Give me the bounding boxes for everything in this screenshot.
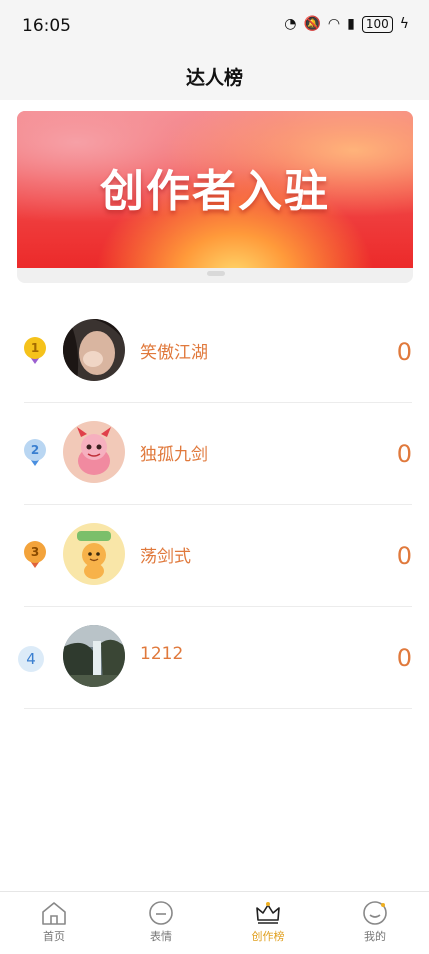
- status-time: 16:05: [22, 16, 71, 36]
- avatar[interactable]: [63, 523, 125, 585]
- score: 0: [396, 542, 412, 570]
- profile-icon: [363, 901, 387, 925]
- silver-medal-icon: 2: [24, 439, 46, 469]
- tab-profile[interactable]: 我的: [335, 900, 415, 950]
- tab-home[interactable]: 首页: [14, 900, 94, 950]
- carousel-indicator: [207, 271, 225, 276]
- banner-carousel[interactable]: 创作者入驻: [17, 111, 413, 283]
- bronze-medal-icon: 3: [24, 541, 46, 571]
- ranking-row[interactable]: 4 1212 0: [18, 606, 412, 709]
- status-icons: ◔ 🔕 ◠ ▮ 100 ϟ: [284, 15, 409, 33]
- charging-icon: ϟ: [399, 16, 409, 32]
- home-icon: [42, 902, 66, 925]
- battery-icon: 100: [361, 15, 393, 33]
- banner-title: 创作者入驻: [100, 165, 330, 217]
- score: 0: [396, 338, 412, 366]
- user-name: 独孤九剑: [140, 445, 208, 465]
- emoji-icon: [149, 901, 173, 925]
- score: 0: [396, 440, 412, 468]
- user-name: 笑傲江湖: [140, 343, 208, 363]
- ranking-row[interactable]: 2 独孤九剑 0: [24, 402, 412, 505]
- rank-number: 4: [18, 646, 44, 672]
- nav-bar: 达人榜: [0, 52, 429, 100]
- user-name: 1212: [140, 644, 184, 664]
- tab-label: 我的: [364, 930, 386, 943]
- tab-label: 首页: [43, 930, 65, 943]
- rank-number: 2: [24, 439, 46, 461]
- tab-label: 创作榜: [251, 930, 285, 943]
- status-bar: 16:05 ◔ 🔕 ◠ ▮ 100 ϟ: [0, 0, 429, 52]
- ranking-row[interactable]: 3 荡剑式 0: [24, 504, 412, 607]
- score: 0: [396, 644, 412, 672]
- creator-banner[interactable]: 创作者入驻: [17, 111, 413, 268]
- avatar[interactable]: [63, 421, 125, 483]
- wifi-icon: ◠: [327, 16, 341, 32]
- rank-number: 1: [24, 337, 46, 359]
- avatar[interactable]: [63, 319, 125, 381]
- rank-number: 3: [24, 541, 46, 563]
- user-name: 荡剑式: [140, 547, 191, 567]
- page-title: 达人榜: [185, 66, 243, 89]
- crown-icon: [256, 902, 280, 924]
- speed-icon: ◔: [284, 16, 297, 32]
- sim-icon: ▮: [347, 16, 355, 32]
- gold-medal-icon: 1: [24, 337, 46, 367]
- bottom-tab-bar: 首页 表情 创作榜 我的: [0, 891, 429, 954]
- tab-emoji[interactable]: 表情: [121, 900, 201, 950]
- tab-label: 表情: [150, 930, 172, 943]
- mute-icon: 🔕: [303, 16, 321, 32]
- ranking-row[interactable]: 1 笑傲江湖 0: [24, 300, 412, 403]
- avatar[interactable]: [63, 625, 125, 687]
- tab-creator-rank[interactable]: 创作榜: [228, 900, 308, 950]
